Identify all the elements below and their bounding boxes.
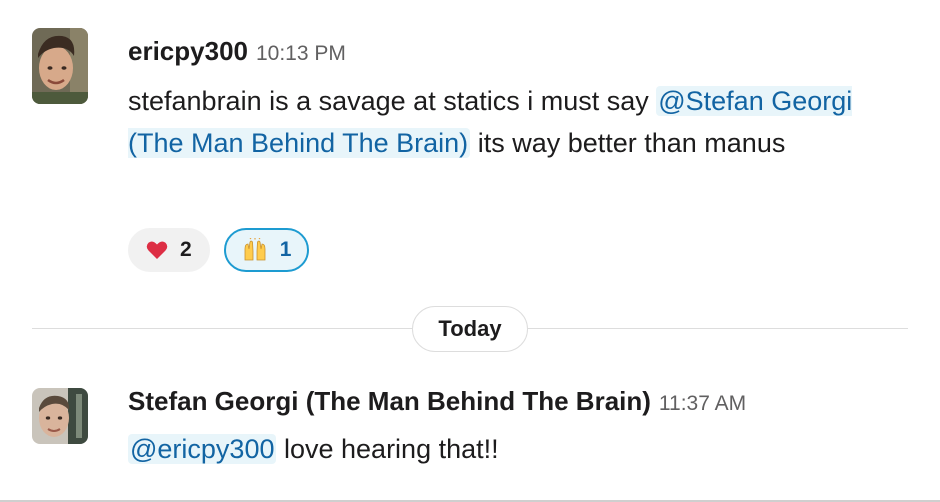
message-stefan-georgi: Stefan Georgi (The Man Behind The Brain)… — [0, 360, 940, 500]
avatar[interactable] — [32, 28, 88, 104]
reactions-bar: 2 1 — [128, 228, 310, 272]
user-mention[interactable]: @ericpy300 — [128, 434, 277, 464]
message-body: stefanbrain is a savage at statics i mus… — [128, 80, 868, 164]
avatar[interactable] — [32, 388, 88, 444]
message-body: @ericpy300 love hearing that!! — [128, 428, 868, 470]
message-header: Stefan Georgi (The Man Behind The Brain)… — [128, 386, 746, 417]
message-header: ericpy300 10:13 PM — [128, 36, 346, 67]
author-name[interactable]: Stefan Georgi (The Man Behind The Brain) — [128, 386, 651, 416]
reaction-count: 1 — [279, 238, 292, 261]
heart-emoji — [146, 240, 168, 260]
raised-hands-emoji — [242, 238, 268, 262]
reaction-heart[interactable]: 2 — [128, 228, 210, 272]
reaction-count: 2 — [180, 238, 192, 261]
day-divider-pill[interactable]: Today — [412, 306, 528, 352]
message-ericpy300: ericpy300 10:13 PM stefanbrain is a savag… — [0, 0, 940, 290]
timestamp[interactable]: 11:37 AM — [659, 392, 746, 415]
message-text: love hearing that!! — [276, 434, 499, 464]
reaction-raised-hands[interactable]: 1 — [223, 228, 310, 272]
message-text: stefanbrain is a savage at statics i mus… — [128, 86, 657, 116]
author-name[interactable]: ericpy300 — [128, 36, 248, 66]
timestamp[interactable]: 10:13 PM — [256, 42, 346, 65]
message-text: its way better than manus — [470, 128, 786, 158]
